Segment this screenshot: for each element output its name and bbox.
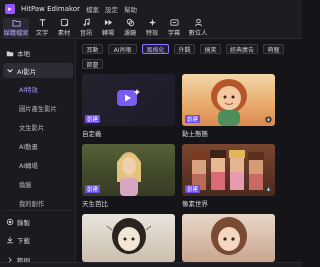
sidebar-sub-ai-transition[interactable]: AI轉場 [19, 161, 38, 170]
tool-label: 媒體檔案 [3, 30, 29, 37]
filter-chip[interactable]: 經典廣告 [226, 44, 258, 54]
content-panel: 耳動 AI肖眼 風格化 外觀 搞笑 經典廣告 萌寵 節慶 創建 自定義 創建 黏… [77, 40, 302, 267]
filter-chip[interactable]: 外觀 [174, 44, 195, 54]
template-card[interactable] [82, 214, 175, 262]
sidebar-item-label: AI影片 [17, 67, 37, 76]
tool-label: 字幕 [167, 30, 181, 37]
sidebar-item-download[interactable]: 下載 [3, 232, 73, 247]
create-tag: 創建 [185, 185, 201, 193]
tool-media[interactable]: 媒體檔案 [3, 18, 29, 38]
avatar-icon [194, 18, 202, 27]
toolbar: 媒體檔案 文字 素材 音訊 轉場 濾鏡 特效 字幕 數位人 [0, 17, 302, 39]
card-label: 天生芭比 [82, 200, 108, 208]
sidebar-item-ai-image[interactable]: AI影片 [3, 63, 73, 78]
tool-avatar[interactable]: 數位人 [185, 18, 211, 38]
text-icon [39, 19, 45, 27]
filter-icon [126, 18, 134, 27]
tool-label: 文字 [35, 30, 49, 37]
sketch-character-image [106, 218, 152, 254]
filter-chip[interactable]: 搞笑 [200, 44, 221, 54]
filter-chip-active[interactable]: 風格化 [142, 44, 169, 54]
subtitle-icon [169, 19, 179, 26]
sidebar-sub-face-swap[interactable]: 換臉 [19, 180, 32, 189]
filter-chip[interactable]: AI肖眼 [108, 44, 137, 54]
sidebar-sub-text-to-video[interactable]: 文生影片 [19, 123, 44, 132]
tool-effects[interactable]: 特效 [142, 18, 162, 38]
template-card-clay[interactable]: 創建 [182, 74, 275, 126]
media-folder-icon [11, 20, 21, 27]
filter-chip[interactable]: 節慶 [82, 59, 103, 69]
menu-help[interactable]: 幫助 [124, 4, 137, 14]
sidebar-item-local[interactable]: 本地 [3, 45, 73, 60]
app-title: HitPaw Edimakor [21, 4, 80, 13]
transition-icon [104, 19, 112, 26]
create-tag: 創建 [85, 185, 101, 193]
title-bar: ▸ HitPaw Edimakor 檔案 設定 幫助 [0, 0, 302, 17]
template-card-pixel[interactable]: 創建 [182, 144, 275, 196]
tool-transition[interactable]: 轉場 [98, 18, 118, 38]
bottom-bar [0, 262, 302, 267]
card-label: 自定義 [82, 130, 102, 138]
folder-icon [6, 49, 14, 57]
template-card-custom[interactable]: 創建 [82, 74, 175, 126]
sidebar-item-label: 本地 [17, 49, 30, 58]
tool-sticker[interactable]: 素材 [54, 18, 74, 38]
filter-chip[interactable]: 萌寵 [263, 44, 284, 54]
sidebar-sub-my-creations[interactable]: 我的創作 [19, 199, 44, 208]
menu-settings[interactable]: 設定 [105, 4, 118, 14]
tool-label: 特效 [145, 30, 159, 37]
tool-audio[interactable]: 音訊 [76, 18, 96, 38]
tool-label: 數位人 [188, 30, 208, 37]
divider [4, 210, 72, 211]
tool-label: 轉場 [101, 30, 115, 37]
menu-file[interactable]: 檔案 [86, 4, 99, 14]
app-logo-icon: ▸ [5, 3, 15, 14]
template-card-barbie[interactable]: 創建 [82, 144, 175, 196]
sparkle-icon [148, 18, 156, 27]
filter-chip[interactable]: 耳動 [82, 44, 103, 54]
sidebar-sub-ai-animation[interactable]: AI動畫 [19, 142, 38, 151]
tool-filter[interactable]: 濾鏡 [120, 18, 140, 38]
card-label: 像素世界 [182, 200, 208, 208]
sidebar: 本地 AI影片 AI特效 圖片產生影片 文生影片 AI動畫 AI轉場 換臉 我的… [0, 40, 76, 267]
download-icon[interactable] [265, 186, 272, 193]
sidebar-sub-ai-effects[interactable]: AI特效 [19, 85, 38, 94]
sidebar-item-record[interactable]: 錄製 [3, 214, 73, 229]
sidebar-item-label: 錄製 [17, 218, 30, 227]
anime-character-image [211, 217, 247, 255]
template-card[interactable] [182, 214, 275, 262]
tool-label: 濾鏡 [123, 30, 137, 37]
record-icon [6, 218, 14, 226]
chevron-down-icon [6, 67, 14, 75]
sidebar-sub-image-to-video[interactable]: 圖片產生影片 [19, 104, 57, 113]
music-icon [83, 18, 90, 26]
sticker-icon [60, 18, 68, 27]
create-tag: 創建 [85, 115, 101, 123]
tool-label: 音訊 [79, 30, 93, 37]
tool-label: 素材 [57, 30, 71, 37]
download-icon [6, 236, 14, 244]
tool-subtitle[interactable]: 字幕 [164, 18, 184, 38]
card-label: 黏土態態 [182, 130, 208, 138]
sidebar-item-label: 下載 [17, 236, 30, 245]
create-tag: 創建 [185, 115, 201, 123]
tool-text[interactable]: 文字 [32, 18, 52, 38]
video-play-icon [117, 89, 140, 106]
download-icon[interactable] [265, 116, 272, 123]
